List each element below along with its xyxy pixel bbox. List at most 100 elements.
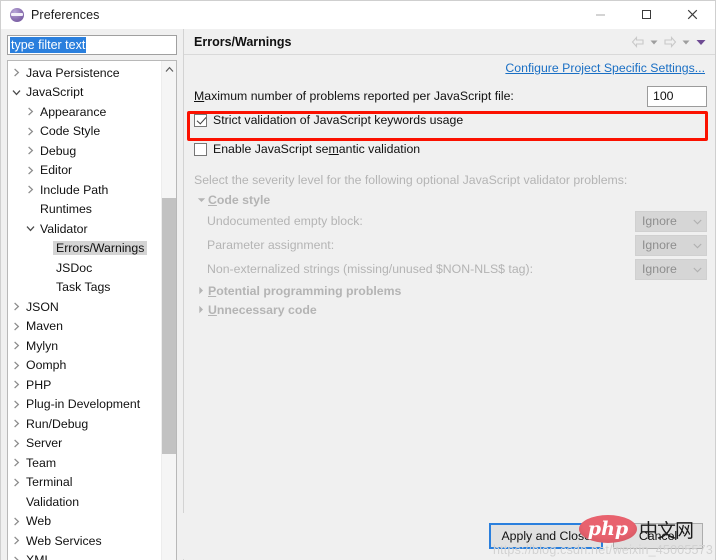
enable-semantic-validation-row[interactable]: Enable JavaScript semantic validation	[194, 138, 707, 160]
apply-and-close-button[interactable]: Apply and Close	[489, 523, 603, 549]
title-bar: Preferences	[1, 1, 715, 29]
tree-item-php[interactable]: PHP	[8, 375, 161, 395]
tree-item-appearance[interactable]: Appearance	[8, 102, 161, 122]
menu-dropdown-icon[interactable]	[695, 37, 707, 47]
tree-item-validation[interactable]: Validation	[8, 492, 161, 512]
chevron-collapsed-icon[interactable]	[24, 107, 37, 116]
strict-validation-row[interactable]: Strict validation of JavaScript keywords…	[194, 109, 707, 131]
forward-arrow-icon[interactable]	[663, 35, 677, 48]
chevron-expanded-icon[interactable]	[10, 89, 23, 96]
tree-item-web-services[interactable]: Web Services	[8, 531, 161, 551]
maximize-button[interactable]	[623, 1, 669, 29]
chevron-collapsed-icon[interactable]	[10, 302, 23, 311]
tree-item-label: JSON	[26, 299, 59, 314]
severity-group-unnecessary-code[interactable]: Unnecessary code	[194, 300, 707, 319]
chevron-collapsed-icon[interactable]	[24, 166, 37, 175]
tree-item-java-persistence[interactable]: Java Persistence	[8, 63, 161, 83]
minimize-button[interactable]	[577, 1, 623, 29]
page-title: Errors/Warnings	[194, 34, 292, 49]
chevron-collapsed-icon[interactable]	[194, 305, 208, 314]
forward-dropdown-icon[interactable]	[681, 37, 691, 47]
tree-item-errors-warnings[interactable]: Errors/Warnings	[8, 239, 161, 259]
chevron-collapsed-icon[interactable]	[10, 68, 23, 77]
tree-item-validator[interactable]: Validator	[8, 219, 161, 239]
severity-row-label: Undocumented empty block:	[207, 214, 363, 228]
filter-input[interactable]: type filter text	[7, 35, 177, 55]
back-dropdown-icon[interactable]	[649, 37, 659, 47]
tree-item-server[interactable]: Server	[8, 434, 161, 454]
chevron-collapsed-icon[interactable]	[10, 458, 23, 467]
tree-item-mylyn[interactable]: Mylyn	[8, 336, 161, 356]
chevron-collapsed-icon[interactable]	[24, 185, 37, 194]
chevron-down-icon	[693, 238, 702, 252]
tree-item-label: Server	[26, 436, 63, 451]
scroll-up-arrow-icon[interactable]	[162, 61, 177, 77]
chevron-collapsed-icon[interactable]	[10, 517, 23, 526]
eclipse-sphere-icon	[10, 7, 24, 22]
severity-group-code-style[interactable]: Code style	[194, 190, 707, 209]
chevron-collapsed-icon[interactable]	[10, 536, 23, 545]
tree-item-include-path[interactable]: Include Path	[8, 180, 161, 200]
dialog-footer: Apply and Close Cancel	[181, 513, 715, 559]
chevron-expanded-icon[interactable]	[194, 197, 208, 203]
chevron-collapsed-icon[interactable]	[10, 478, 23, 487]
tree-item-task-tags[interactable]: Task Tags	[8, 278, 161, 298]
chevron-collapsed-icon[interactable]	[10, 322, 23, 331]
tree-item-json[interactable]: JSON	[8, 297, 161, 317]
tree-item-label: Maven	[26, 319, 63, 334]
tree-item-label: JSDoc	[56, 260, 93, 275]
chevron-collapsed-icon[interactable]	[10, 361, 23, 370]
scroll-down-arrow-icon[interactable]	[162, 554, 177, 560]
dialog-body: type filter text Java Persistence JavaScr…	[1, 29, 715, 560]
chevron-collapsed-icon[interactable]	[10, 556, 23, 560]
tree-item-label: Run/Debug	[26, 416, 89, 431]
tree-item-label: XML	[23, 553, 54, 560]
max-problems-input[interactable]: 100	[647, 85, 707, 107]
tree-item-xml[interactable]: XML	[8, 551, 161, 560]
tree-item-runtimes[interactable]: Runtimes	[8, 200, 161, 220]
strict-validation-checkbox[interactable]	[194, 113, 207, 127]
chevron-expanded-icon[interactable]	[24, 225, 37, 232]
tree-item-label: PHP	[26, 377, 52, 392]
chevron-collapsed-icon[interactable]	[10, 400, 23, 409]
tree-item-label: Team	[26, 455, 57, 470]
window-title: Preferences	[31, 7, 100, 22]
tree-item-debug[interactable]: Debug	[8, 141, 161, 161]
tree-item-terminal[interactable]: Terminal	[8, 473, 161, 493]
severity-row-label: Parameter assignment:	[207, 238, 335, 252]
tree-item-javascript[interactable]: JavaScript	[8, 83, 161, 103]
tree-item-code-style[interactable]: Code Style	[8, 122, 161, 142]
tree-item-maven[interactable]: Maven	[8, 317, 161, 337]
back-arrow-icon[interactable]	[631, 35, 645, 48]
configure-project-specific-settings-link[interactable]: Configure Project Specific Settings...	[505, 61, 705, 75]
severity-select[interactable]: Ignore	[635, 210, 707, 232]
tree-item-jsdoc[interactable]: JSDoc	[8, 258, 161, 278]
tree-item-oomph[interactable]: Oomph	[8, 356, 161, 376]
severity-group-label: Potential programming problems	[208, 283, 402, 298]
enable-semantic-validation-checkbox[interactable]	[194, 142, 207, 156]
tree-item-team[interactable]: Team	[8, 453, 161, 473]
severity-group-potential-programming-problems[interactable]: Potential programming problems	[194, 281, 707, 300]
chevron-collapsed-icon[interactable]	[24, 146, 37, 155]
max-problems-label: Maximum number of problems reported per …	[194, 89, 514, 103]
tree-item-web[interactable]: Web	[8, 512, 161, 532]
tree-item-plug-in-development[interactable]: Plug-in Development	[8, 395, 161, 415]
chevron-collapsed-icon[interactable]	[24, 127, 37, 136]
chevron-collapsed-icon[interactable]	[10, 341, 23, 350]
chevron-collapsed-icon[interactable]	[10, 419, 23, 428]
apply-and-close-label: Apply and Close	[501, 529, 591, 543]
tree-item-editor[interactable]: Editor	[8, 161, 161, 181]
scrollbar-thumb[interactable]	[161, 198, 176, 454]
tree-item-run-debug[interactable]: Run/Debug	[8, 414, 161, 434]
severity-select[interactable]: Ignore	[635, 258, 707, 280]
chevron-collapsed-icon[interactable]	[194, 286, 208, 295]
close-button[interactable]	[669, 1, 715, 29]
strict-validation-label: Strict validation of JavaScript keywords…	[213, 113, 464, 127]
severity-select[interactable]: Ignore	[635, 234, 707, 256]
scrollbar-track[interactable]	[161, 77, 176, 554]
cancel-button[interactable]: Cancel	[613, 523, 703, 549]
enable-semantic-validation-label: Enable JavaScript semantic validation	[213, 142, 421, 156]
tree-scrollbar[interactable]	[161, 61, 176, 560]
chevron-collapsed-icon[interactable]	[10, 439, 23, 448]
chevron-collapsed-icon[interactable]	[10, 380, 23, 389]
